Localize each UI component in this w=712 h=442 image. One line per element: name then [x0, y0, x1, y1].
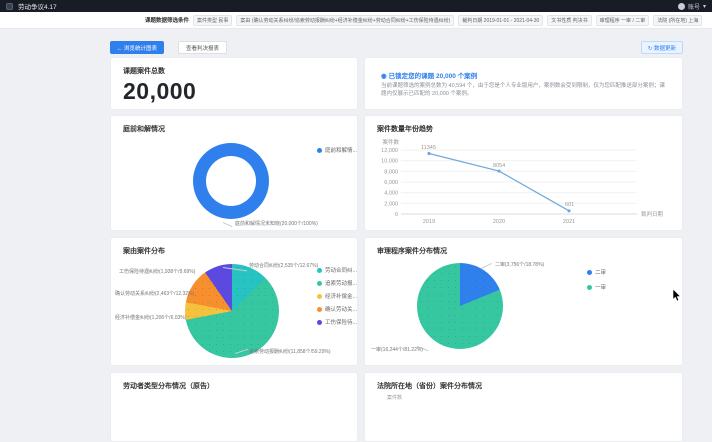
callout-line [481, 263, 492, 269]
settlement-card: 庭前和解情况 庭前和解情... 庭前和解情况未知晓(20,000个/100%) [110, 115, 358, 231]
procedure-legend-item[interactable]: 二审 [587, 268, 606, 276]
chevron-down-icon: ▾ [703, 3, 706, 10]
trend-card: 案件数量年份趋势 案件数 12,000 10,000 8,000 6,000 4… [364, 115, 683, 231]
cause-distribution-card: 案由案件分布 工伤保险待遇纠纷(1,938个/9.69%) 劳动合同纠纷(2,5… [110, 237, 358, 366]
procedure-legend-item[interactable]: 一审 [587, 283, 606, 291]
callout-line [223, 222, 232, 227]
procedure-pie-chart[interactable] [417, 263, 503, 349]
filter-tag-procedure[interactable]: 审理程序 一审 / 二审 [596, 15, 650, 26]
cause-legend-item[interactable]: 经济补偿金... [317, 292, 357, 300]
back-to-stats-button[interactable]: ← 浏览统计图表 [110, 41, 164, 54]
filter-tag-case-type[interactable]: 案件类型 民事 [193, 15, 232, 26]
legend-dot [317, 148, 322, 153]
donut-hole [206, 156, 256, 206]
notice-card: ◉已锁定您的课题 20,000 个案例 当前课题筛选的案例总数为 40,594 … [364, 57, 683, 110]
notice-title-text: 已锁定您的课题 20,000 个案例 [389, 73, 478, 80]
cause-callout-injury: 工伤保险待遇纠纷(1,938个/9.69%) [119, 268, 195, 275]
legend-dot [317, 281, 322, 286]
y-tick: 10,000 [381, 159, 398, 165]
x-tick: 2020 [493, 219, 505, 225]
filter-tag-doc-type[interactable]: 文书性质 判决书 [547, 15, 591, 26]
filter-tag-cause[interactable]: 案由 (确认劳动关系纠纷/追索劳动报酬纠纷+经济补偿金纠纷+劳动合同纠纷+工伤保… [236, 15, 454, 26]
cause-legend-item[interactable]: 确认劳动关... [317, 305, 357, 313]
settlement-callout: 庭前和解情况未知晓(20,000个/100%) [235, 220, 318, 227]
cause-callout-remuneration: 追索劳动报酬纠纷(11,858个/59.29%) [249, 348, 331, 355]
cause-legend-item[interactable]: 追索劳动报... [317, 279, 357, 287]
settlement-legend-item[interactable]: 庭前和解情... [317, 146, 357, 154]
legend-label: 一审 [595, 283, 606, 291]
procedure-distribution-card: 审理程序案件分布情况 二审(3,756个/18.78%) 一审(16,244个/… [364, 237, 683, 366]
x-axis-label: 裁判日期 [641, 210, 664, 218]
legend-label: 二审 [595, 268, 606, 276]
point-label: 11345 [421, 145, 436, 151]
court-province-title: 法院所在地（省份）案件分布情况 [377, 381, 482, 391]
legend-dot [587, 270, 592, 275]
legend-dot [317, 320, 322, 325]
procedure-callout-first: 一审(16,244个/81.22%) [371, 346, 423, 353]
cause-legend-item[interactable]: 工伤保险待... [317, 318, 357, 326]
filter-tag-court[interactable]: 法院 (所在地) 上海 [653, 15, 702, 26]
total-cases-value: 20,000 [123, 78, 196, 105]
y-axis-label: 案件数 [382, 138, 399, 146]
filter-bar: 课题数据筛选条件 案件类型 民事 案由 (确认劳动关系纠纷/追索劳动报酬纠纷+经… [0, 12, 712, 29]
legend-label: 确认劳动关... [325, 305, 357, 313]
point-label: 601 [565, 202, 574, 208]
point-label: 8054 [493, 163, 505, 169]
procedure-callout-second: 二审(3,756个/18.78%) [495, 261, 544, 268]
legend-label: 劳动合同纠... [325, 266, 357, 274]
y-tick: 2,000 [384, 201, 398, 207]
cause-callout-compensation: 经济补偿金纠纷(1,206个/6.03%) [115, 314, 186, 321]
mouse-cursor [672, 289, 682, 302]
app-title: 劳动争议4.17 [18, 1, 57, 11]
notice-title: ◉已锁定您的课题 20,000 个案例 [381, 70, 477, 80]
filter-bar-label: 课题数据筛选条件 [145, 16, 189, 24]
plaintiff-type-title: 劳动者类型分布情况（原告） [123, 381, 214, 391]
x-tick: 2019 [423, 219, 435, 225]
filter-tag-date[interactable]: 裁判日期 2019-01-01 - 2021-04-30 [458, 15, 543, 26]
legend-label: 经济补偿金... [325, 292, 357, 300]
trend-line-chart[interactable]: 案件数 12,000 10,000 8,000 6,000 4,000 2,00… [369, 136, 679, 228]
cause-callout-confirm: 确认劳动关系纠纷(2,463个/12.32%) [115, 290, 194, 297]
y-tick: 8,000 [384, 169, 398, 175]
account-menu[interactable]: 账号 ▾ [678, 0, 706, 12]
x-tick: 2021 [563, 219, 575, 225]
total-cases-title: 课题案件总数 [123, 66, 165, 76]
total-cases-card: 课题案件总数 20,000 [110, 57, 358, 110]
top-bar: 劳动争议4.17 账号 ▾ [0, 0, 712, 12]
court-province-card: 法院所在地（省份）案件分布情况 案件数 [364, 372, 683, 442]
data-update-button[interactable]: ↻ 数据更新 [641, 41, 683, 54]
legend-label: 追索劳动报... [325, 279, 357, 287]
account-label: 账号 [688, 2, 700, 11]
legend-dot [317, 294, 322, 299]
trend-title: 案件数量年份趋势 [377, 124, 433, 134]
cause-title: 案由案件分布 [123, 246, 165, 256]
y-tick: 6,000 [384, 180, 398, 186]
procedure-title: 审理程序案件分布情况 [377, 246, 447, 256]
cause-callout-contract: 劳动合同纠纷(2,535个/12.67%) [249, 262, 318, 269]
avatar-icon [678, 3, 685, 10]
y-tick: 4,000 [384, 191, 398, 197]
megaphone-icon: ◉ [381, 73, 387, 80]
settlement-title: 庭前和解情况 [123, 124, 165, 134]
judgment-report-tab[interactable]: 查看判决报表 [178, 41, 227, 54]
cause-pie-chart[interactable] [185, 264, 279, 358]
legend-dot [317, 307, 322, 312]
y-tick: 12,000 [381, 148, 398, 154]
legend-dot [317, 268, 322, 273]
cause-legend-item[interactable]: 劳动合同纠... [317, 266, 357, 274]
legend-label: 庭前和解情... [325, 146, 357, 154]
y-tick: 0 [395, 212, 398, 218]
legend-label: 工伤保险待... [325, 318, 357, 326]
notice-body: 当前课题筛选的案例总数为 40,594 个，由于您是个人专业版用户，案例数会受到… [381, 82, 669, 98]
app-logo-icon [6, 3, 13, 10]
legend-dot [587, 285, 592, 290]
plaintiff-type-card: 劳动者类型分布情况（原告） [110, 372, 358, 442]
